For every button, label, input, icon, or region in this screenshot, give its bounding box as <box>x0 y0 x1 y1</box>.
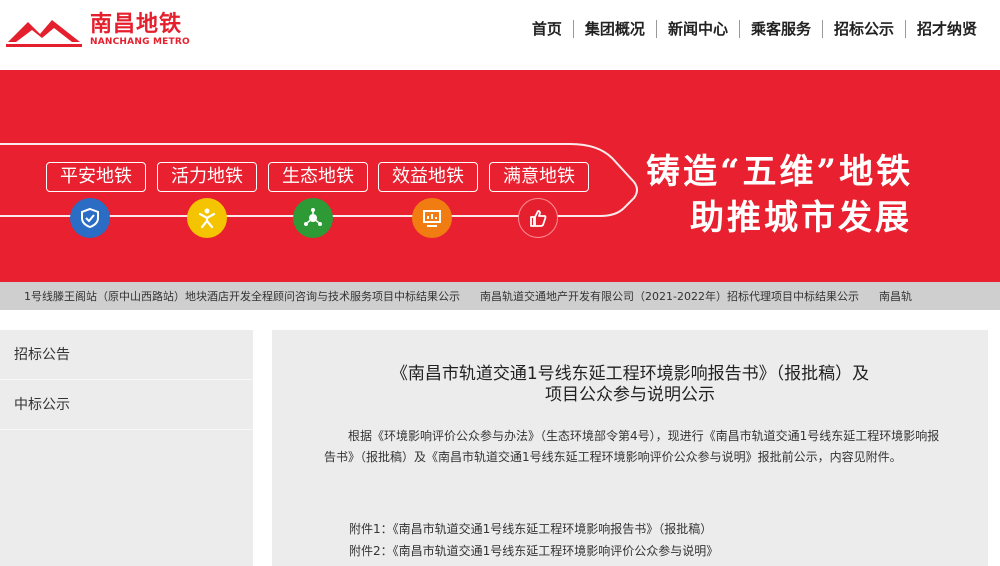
logo-mark-icon <box>6 12 82 48</box>
main-nav: 首页 集团概况 新闻中心 乘客服务 招标公示 招才纳贤 <box>521 17 988 41</box>
article-panel: 《南昌市轨道交通1号线东延工程环境影响报告书》（报批稿）及 项目公众参与说明公示… <box>272 330 988 566</box>
pill-satisfaction-metro: 满意地铁 <box>489 162 589 192</box>
banner-slogan-line2: 助推城市发展 <box>690 198 912 238</box>
article-paragraph-text: 根据《环境影响评价公众参与办法》（生态环境部令第4号），现进行《南昌市轨道交通1… <box>324 429 940 464</box>
article-title-line2: 项目公众参与说明公示 <box>545 385 715 405</box>
thumbs-up-icon <box>518 198 558 238</box>
nav-home[interactable]: 首页 <box>521 19 573 39</box>
monitor-chart-icon <box>412 198 452 238</box>
nav-recruitment[interactable]: 招才纳贤 <box>906 19 988 39</box>
site-header: 南昌地铁 NANCHANG METRO 首页 集团概况 新闻中心 乘客服务 招标… <box>0 0 1000 70</box>
attachment-link-2[interactable]: 附件2：《南昌市轨道交通1号线东延工程环境影响评价公众参与说明》 <box>349 542 718 559</box>
pill-vitality-metro: 活力地铁 <box>157 162 257 192</box>
pill-eco-metro: 生态地铁 <box>268 162 368 192</box>
ticker-item[interactable]: 南昌轨道交通地产开发有限公司（2021-2022年）招标代理项目中标结果公示 <box>480 288 859 304</box>
attachment-link-1[interactable]: 附件1：《南昌市轨道交通1号线东延工程环境影响报告书》（报批稿） <box>349 520 712 537</box>
ticker-item[interactable]: 1号线滕王阁站（原中山西路站）地块酒店开发全程顾问咨询与技术服务项目中标结果公示 <box>24 288 460 304</box>
nav-news-center[interactable]: 新闻中心 <box>657 19 739 39</box>
article-paragraph: 根据《环境影响评价公众参与办法》（生态环境部令第4号），现进行《南昌市轨道交通1… <box>324 426 942 468</box>
hero-banner[interactable]: 平安地铁 活力地铁 生态地铁 效益地铁 满意地铁 铸造“五维”地铁 助推城市发展 <box>0 70 1000 282</box>
eco-network-icon <box>293 198 333 238</box>
banner-slogan-line1: 铸造“五维”地铁 <box>646 152 914 192</box>
article-title-line1: 《南昌市轨道交通1号线东延工程环境影响报告书》（报批稿）及 <box>390 364 870 384</box>
logo-chinese-name: 南昌地铁 <box>90 12 183 37</box>
ticker-item[interactable]: 南昌轨 <box>879 288 912 304</box>
person-vitality-icon <box>187 198 227 238</box>
shield-check-icon <box>70 198 110 238</box>
site-logo[interactable]: 南昌地铁 NANCHANG METRO <box>6 10 190 50</box>
pill-safe-metro: 平安地铁 <box>46 162 146 192</box>
nav-passenger-service[interactable]: 乘客服务 <box>740 19 822 39</box>
pill-benefit-metro: 效益地铁 <box>378 162 478 192</box>
sidebar-menu: 招标公告 中标公示 <box>0 330 253 566</box>
news-ticker: 1号线滕王阁站（原中山西路站）地块酒店开发全程顾问咨询与技术服务项目中标结果公示… <box>0 282 1000 310</box>
sidebar-item-award-notice[interactable]: 中标公示 <box>0 380 253 430</box>
nav-group-overview[interactable]: 集团概况 <box>574 19 656 39</box>
sidebar-item-tender-announcement[interactable]: 招标公告 <box>0 330 253 380</box>
article-title: 《南昌市轨道交通1号线东延工程环境影响报告书》（报批稿）及 项目公众参与说明公示 <box>272 364 988 406</box>
logo-english-name: NANCHANG METRO <box>90 37 190 47</box>
nav-tender-notice[interactable]: 招标公示 <box>823 19 905 39</box>
